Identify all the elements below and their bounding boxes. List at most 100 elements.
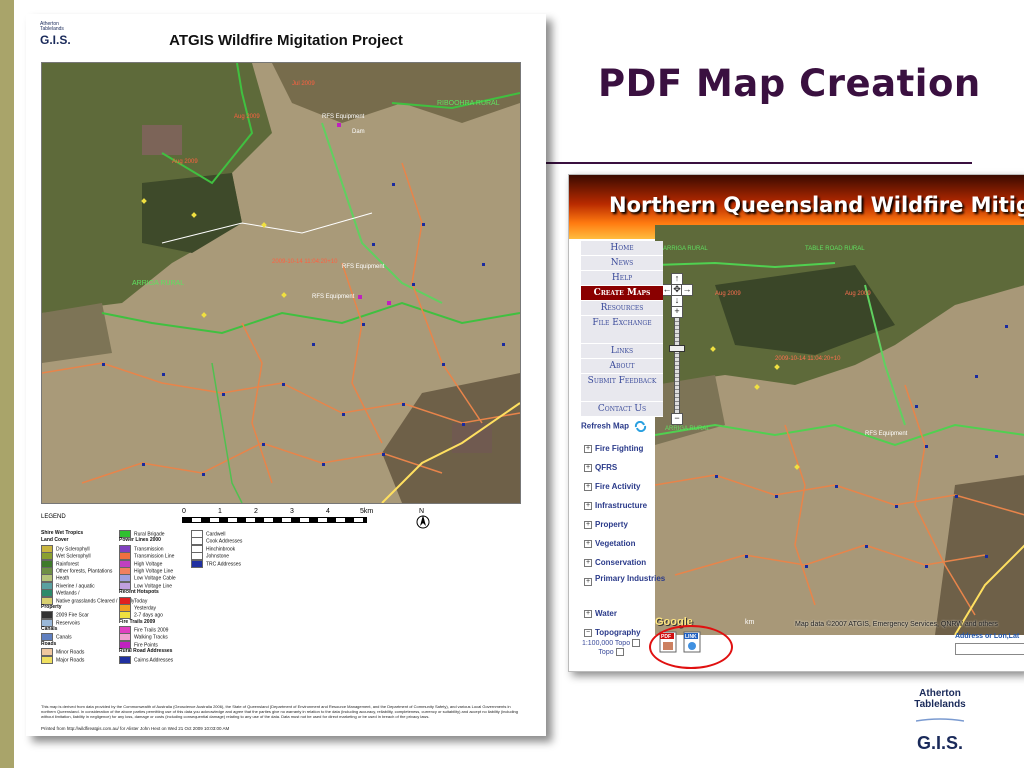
legend-item: Today — [119, 596, 199, 605]
map-label-rfs-1: RFS Equipment — [322, 114, 365, 120]
site-map-label-2: TABLE ROAD RURAL — [805, 246, 865, 252]
layer-list: + Fire Fighting + QFRS + Fire Activity + Infras… — [581, 439, 681, 642]
expand-icon[interactable]: + — [584, 521, 592, 529]
legend-swatch — [119, 655, 131, 664]
site-map-label-aug-2: Aug 2009 — [845, 291, 871, 297]
refresh-map-link[interactable]: Refresh Map — [581, 421, 647, 432]
expand-icon[interactable]: + — [584, 483, 592, 491]
legend-item: Canals — [41, 626, 121, 633]
expand-icon[interactable]: + — [584, 578, 592, 586]
nav-item-contact-us[interactable]: Contact Us — [581, 402, 663, 417]
pdf-printed-line: Printed from http://wildfireatgis.com.au… — [41, 726, 230, 731]
pdf-disclaimer: This map is derived from data provided b… — [41, 704, 519, 719]
site-map-label-3: ARRIGA RURAL — [665, 426, 710, 432]
legend-label: Major Roads — [56, 656, 85, 663]
layer-primary-industries[interactable]: + Primary Industries — [581, 572, 681, 604]
legend-item: Fire Trails 2009 — [119, 626, 199, 635]
nav-item-file-exchange[interactable]: File Exchange — [581, 316, 663, 344]
pdf-map-svg: RIBOOHRA RURAL ARRIGA RURAL RFS Equipmen… — [42, 63, 520, 503]
expand-icon[interactable]: + — [584, 559, 592, 567]
legend-item: Fire Trails 2009 — [119, 619, 199, 626]
map-label-aug-1: Aug 2009 — [172, 159, 198, 165]
legend-item: Reservoirs — [41, 618, 121, 627]
nav-item-submit-feedback[interactable]: Submit Feedback — [581, 374, 663, 402]
layer-infrastructure[interactable]: + Infrastructure — [581, 496, 681, 515]
map-label-arriga: ARRIGA RURAL — [132, 280, 184, 287]
expand-icon[interactable]: + — [584, 464, 592, 472]
layer-label: Fire Fighting — [595, 444, 644, 453]
logo-gis: G.I.S. — [916, 733, 963, 753]
site-map[interactable]: ARRIGA RURAL TABLE ROAD RURAL ARRIGA RUR… — [655, 225, 1024, 635]
refresh-icon — [635, 421, 647, 432]
layer-property[interactable]: + Property — [581, 515, 681, 534]
layer-fire-fighting[interactable]: + Fire Fighting — [581, 439, 681, 458]
layer-qfrs[interactable]: + QFRS — [581, 458, 681, 477]
topo-checkbox[interactable] — [615, 647, 624, 656]
scale-tick: 3 — [290, 508, 294, 515]
site-map-label-rfs: RFS Equipment — [865, 431, 908, 437]
legend-swatch — [191, 559, 203, 568]
map-zoom-control[interactable]: ↑ ← ✥ → ↓ + − — [661, 273, 693, 425]
legend-item: Riverine / aquatic — [41, 581, 121, 590]
layer-label: Fire Activity — [595, 482, 641, 491]
topo-option-topo[interactable]: Topo — [581, 647, 641, 657]
map-scale-label: km — [745, 619, 755, 626]
zoom-slider[interactable] — [674, 317, 680, 415]
legend-item: Low Voltage Line — [119, 581, 199, 590]
nav-item-news[interactable]: News — [581, 256, 663, 271]
legend-item: Wet Sclerophyll — [41, 552, 121, 561]
logo-line1: Atherton — [919, 688, 961, 699]
layer-vegetation[interactable]: + Vegetation — [581, 534, 681, 553]
legend-item: 2009 Fire Scar — [41, 611, 121, 620]
layer-conservation[interactable]: + Conservation — [581, 553, 681, 572]
layer-fire-activity[interactable]: + Fire Activity — [581, 477, 681, 496]
layer-label: Property — [595, 520, 628, 529]
zoom-slider-handle[interactable] — [669, 345, 685, 352]
legend-item: Low Voltage Cable — [119, 574, 199, 583]
legend-item: Roads — [41, 641, 121, 648]
legend-item: Rural Brigade — [119, 530, 199, 538]
legend-item: Heath — [41, 574, 121, 583]
address-input[interactable] — [955, 643, 1024, 655]
legend-item: High Voltage Line — [119, 566, 199, 575]
pdf-title: ATGIS Wildfire Migitation Project — [169, 32, 403, 49]
map-label-rfs-2: RFS Equipment — [342, 264, 385, 270]
nav-item-about[interactable]: About — [581, 359, 663, 374]
collapse-icon[interactable]: − — [584, 629, 592, 637]
north-label: N — [419, 508, 424, 515]
topo-option-100k[interactable]: 1:100,000 Topo — [581, 639, 641, 648]
map-label-jul: Jul 2009 — [292, 81, 315, 87]
legend-item: Major Roads — [41, 655, 121, 664]
site-map-label-hotspot: 2009-10-14 11:04:20+10 — [775, 356, 841, 362]
nav-item-resources[interactable]: Resources — [581, 301, 663, 316]
legend-label: Shire Wet Tropics — [41, 530, 84, 536]
scale-bar-graphic — [182, 517, 367, 523]
legend-item: Yesterday — [119, 603, 199, 612]
scale-tick: 2 — [254, 508, 258, 515]
nav-item-help[interactable]: Help — [581, 271, 663, 286]
nav-item-home[interactable]: Home — [581, 241, 663, 256]
expand-icon[interactable]: + — [584, 445, 592, 453]
refresh-map-label: Refresh Map — [581, 421, 630, 431]
legend-item: Other forests, Plantations — [41, 566, 121, 575]
scale-tick: 1 — [218, 508, 222, 515]
map-label-dam: Dam — [352, 129, 365, 135]
north-arrow-icon: N — [412, 506, 434, 530]
zoom-out-button[interactable]: − — [671, 413, 683, 425]
layer-label: Water — [595, 609, 617, 618]
expand-icon[interactable]: + — [584, 540, 592, 548]
legend-column-1: Shire Wet Tropics Land Cover Dry Sclerophy… — [41, 530, 134, 664]
site-nav: Home News Help Create Maps Resources File Exc… — [581, 241, 663, 417]
legend-item: Wetlands / — [41, 589, 121, 598]
legend-label: TRC Addresses — [206, 560, 242, 567]
topo-checkbox[interactable] — [632, 639, 641, 647]
website-screenshot: Northern Queensland Wildfire Mitigation … — [568, 174, 1024, 672]
nav-item-create-maps[interactable]: Create Maps — [581, 286, 663, 301]
legend-column-3: Cardwell Cook Addresses Hinchinbrook Johnst… — [191, 530, 271, 568]
legend-label: Canals — [41, 626, 58, 633]
map-label-hotspot: 2009-10-14 11:04:20+10 — [272, 259, 338, 265]
expand-icon[interactable]: + — [584, 502, 592, 510]
site-map-label-1: ARRIGA RURAL — [663, 246, 708, 252]
expand-icon[interactable]: + — [584, 610, 592, 618]
nav-item-links[interactable]: Links — [581, 344, 663, 359]
